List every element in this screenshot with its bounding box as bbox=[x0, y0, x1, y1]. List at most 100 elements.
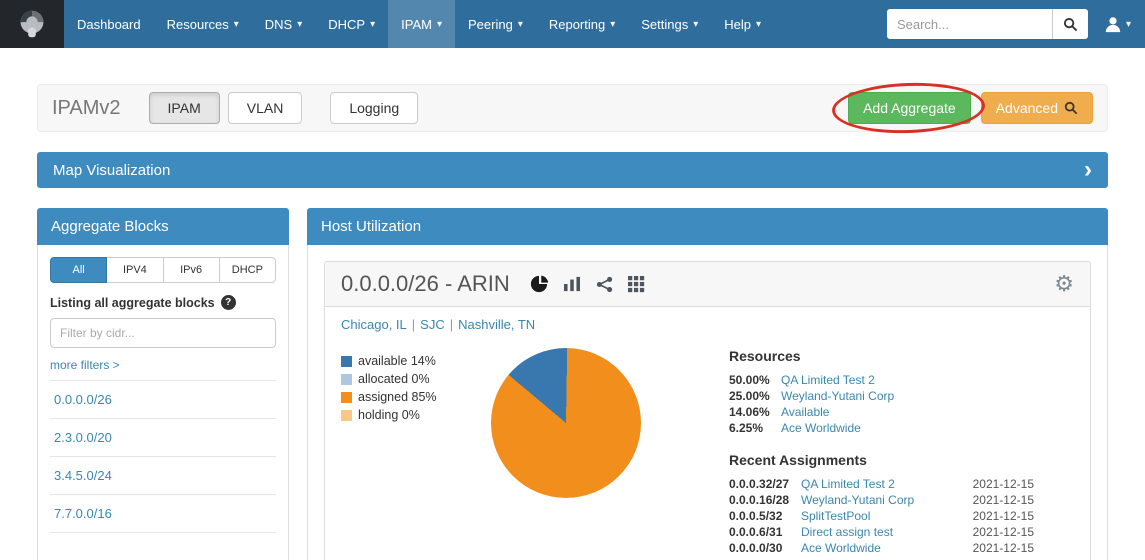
grid-icon[interactable] bbox=[628, 276, 645, 293]
chevron-right-icon[interactable]: › bbox=[1084, 158, 1092, 182]
breadcrumb-separator: | bbox=[450, 317, 453, 332]
block-title: 0.0.0.0/26 - ARIN bbox=[341, 271, 510, 297]
tab-ipv4[interactable]: IPV4 bbox=[107, 257, 163, 283]
map-visualization-bar[interactable]: Map Visualization › bbox=[37, 152, 1108, 188]
assignment-date: 2021-12-15 bbox=[964, 508, 1034, 524]
nav-item-dhcp[interactable]: DHCP▾ bbox=[315, 0, 388, 48]
search-icon bbox=[1064, 101, 1078, 115]
block-link[interactable]: 2.3.0.0/20 bbox=[54, 430, 112, 445]
assignment-link[interactable]: Direct assign test bbox=[801, 524, 964, 540]
nav-label: Reporting bbox=[549, 17, 605, 32]
caret-down-icon: ▾ bbox=[297, 19, 302, 30]
info-column: Resources 50.00%QA Limited Test 2 25.00%… bbox=[729, 348, 1034, 556]
table-row: 25.00%Weyland-Yutani Corp bbox=[729, 388, 1034, 404]
tab-ipam[interactable]: IPAM bbox=[149, 92, 220, 124]
legend-item-available: available 14% bbox=[341, 354, 473, 368]
caret-down-icon: ▾ bbox=[437, 19, 442, 30]
nav-item-peering[interactable]: Peering▾ bbox=[455, 0, 536, 48]
aggregate-blocks-panel: Aggregate Blocks All IPV4 IPv6 DHCP List… bbox=[37, 208, 289, 560]
cidr-filter-input[interactable] bbox=[50, 318, 276, 348]
nav-label: Help bbox=[724, 17, 751, 32]
legend-item-holding: holding 0% bbox=[341, 408, 473, 422]
add-aggregate-button[interactable]: Add Aggregate bbox=[848, 92, 971, 124]
breadcrumb: Chicago, IL|SJC|Nashville, TN bbox=[325, 307, 1090, 332]
brand-logo[interactable] bbox=[0, 0, 64, 48]
aggregate-filter-tabs: All IPV4 IPv6 DHCP bbox=[50, 257, 276, 283]
advanced-label: Advanced bbox=[996, 100, 1058, 116]
location-link[interactable]: SJC bbox=[420, 317, 445, 332]
share-icon[interactable] bbox=[596, 276, 613, 293]
pie-chart-icon[interactable] bbox=[530, 275, 548, 293]
table-row: 50.00%QA Limited Test 2 bbox=[729, 372, 1034, 388]
nav-item-settings[interactable]: Settings▾ bbox=[628, 0, 711, 48]
nav-label: Dashboard bbox=[77, 17, 141, 32]
user-icon bbox=[1104, 15, 1122, 33]
nav-item-ipam[interactable]: IPAM ▾ bbox=[388, 0, 455, 48]
resource-pct: 50.00% bbox=[729, 372, 781, 388]
utilization-block-header: 0.0.0.0/26 - ARIN bbox=[325, 262, 1090, 307]
host-utilization-header: Host Utilization bbox=[307, 208, 1108, 245]
table-row: 0.0.0.16/28Weyland-Yutani Corp2021-12-15 bbox=[729, 492, 1034, 508]
resource-link[interactable]: Ace Worldwide bbox=[781, 420, 861, 436]
aggregate-block-list: 0.0.0.0/26 2.3.0.0/20 3.4.5.0/24 7.7.0.0… bbox=[50, 380, 276, 533]
host-utilization-body: 0.0.0.0/26 - ARIN bbox=[307, 245, 1108, 560]
assignment-date: 2021-12-15 bbox=[964, 540, 1034, 556]
nav-right: ▾ bbox=[887, 0, 1145, 48]
nav-item-dashboard[interactable]: Dashboard bbox=[64, 0, 154, 48]
search-button[interactable] bbox=[1052, 9, 1088, 39]
caret-down-icon: ▾ bbox=[370, 19, 375, 30]
assignment-link[interactable]: Weyland-Yutani Corp bbox=[801, 492, 964, 508]
header-actions: Add Aggregate Advanced bbox=[848, 92, 1093, 124]
nav-item-help[interactable]: Help▾ bbox=[711, 0, 774, 48]
aggregate-blocks-body: All IPV4 IPv6 DHCP Listing all aggregate… bbox=[37, 245, 289, 560]
more-filters-link[interactable]: more filters > bbox=[50, 358, 120, 372]
tab-dhcp[interactable]: DHCP bbox=[220, 257, 276, 283]
list-item: 3.4.5.0/24 bbox=[50, 457, 276, 495]
resources-title: Resources bbox=[729, 348, 1034, 364]
page-header: IPAMv2 IPAM VLAN Logging Add Aggregate A… bbox=[37, 84, 1108, 132]
tab-ipv6[interactable]: IPv6 bbox=[164, 257, 220, 283]
content-area: Aggregate Blocks All IPV4 IPv6 DHCP List… bbox=[37, 208, 1108, 560]
tab-logging[interactable]: Logging bbox=[330, 92, 418, 124]
search-input[interactable] bbox=[887, 9, 1052, 39]
location-link[interactable]: Chicago, IL bbox=[341, 317, 407, 332]
assignment-cidr: 0.0.0.16/28 bbox=[729, 492, 801, 508]
caret-down-icon: ▾ bbox=[518, 19, 523, 30]
view-icons bbox=[530, 275, 645, 293]
resource-link[interactable]: Weyland-Yutani Corp bbox=[781, 388, 894, 404]
advanced-button[interactable]: Advanced bbox=[981, 92, 1093, 124]
nav-label: IPAM bbox=[401, 17, 432, 32]
top-navbar: Dashboard Resources▾ DNS▾ DHCP▾ IPAM ▾ Pe… bbox=[0, 0, 1145, 48]
nav-item-resources[interactable]: Resources▾ bbox=[154, 0, 252, 48]
assignment-link[interactable]: QA Limited Test 2 bbox=[801, 476, 964, 492]
legend-label: assigned 85% bbox=[358, 390, 437, 404]
legend-swatch bbox=[341, 392, 352, 403]
recent-assignments: Recent Assignments 0.0.0.32/27QA Limited… bbox=[729, 452, 1034, 556]
tab-vlan[interactable]: VLAN bbox=[228, 92, 303, 124]
resource-link[interactable]: QA Limited Test 2 bbox=[781, 372, 875, 388]
table-row: 6.25%Ace Worldwide bbox=[729, 420, 1034, 436]
list-item: 2.3.0.0/20 bbox=[50, 419, 276, 457]
resource-pct: 6.25% bbox=[729, 420, 781, 436]
block-link[interactable]: 0.0.0.0/26 bbox=[54, 392, 112, 407]
assignment-date: 2021-12-15 bbox=[964, 492, 1034, 508]
assignment-link[interactable]: Ace Worldwide bbox=[801, 540, 964, 556]
help-icon[interactable]: ? bbox=[221, 295, 236, 310]
tab-all[interactable]: All bbox=[50, 257, 107, 283]
nav-item-dns[interactable]: DNS▾ bbox=[252, 0, 315, 48]
block-link[interactable]: 7.7.0.0/16 bbox=[54, 506, 112, 521]
location-link[interactable]: Nashville, TN bbox=[458, 317, 535, 332]
assignment-link[interactable]: SplitTestPool bbox=[801, 508, 964, 524]
block-link[interactable]: 3.4.5.0/24 bbox=[54, 468, 112, 483]
user-menu[interactable]: ▾ bbox=[1104, 15, 1131, 33]
legend-label: available 14% bbox=[358, 354, 436, 368]
resource-link[interactable]: Available bbox=[781, 404, 829, 420]
assignment-date: 2021-12-15 bbox=[964, 476, 1034, 492]
pie-legend: available 14% allocated 0% assigned 85% … bbox=[341, 348, 473, 556]
nav-item-reporting[interactable]: Reporting▾ bbox=[536, 0, 628, 48]
table-row: 14.06%Available bbox=[729, 404, 1034, 420]
ram-logo-icon bbox=[13, 5, 51, 43]
gear-icon[interactable]: ⚙ bbox=[1054, 273, 1074, 295]
bar-chart-icon[interactable] bbox=[563, 276, 581, 292]
legend-swatch bbox=[341, 410, 352, 421]
